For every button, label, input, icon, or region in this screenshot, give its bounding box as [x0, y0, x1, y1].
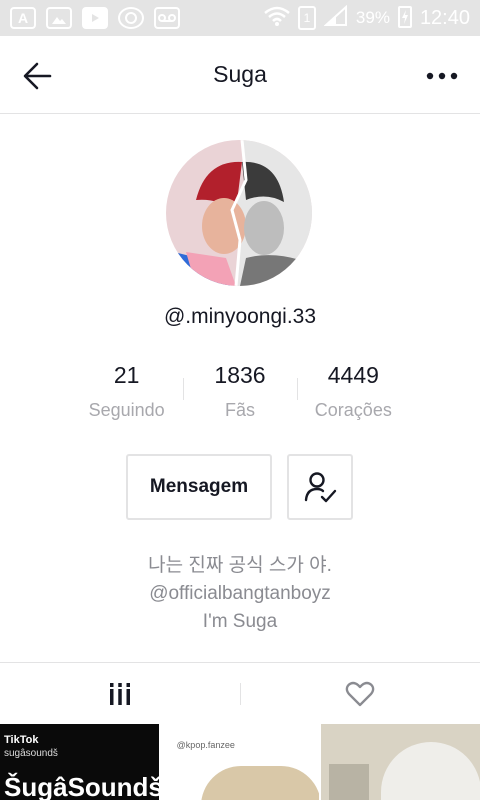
profile-header: Suga: [0, 36, 480, 114]
tab-liked[interactable]: [240, 663, 480, 724]
following-label: Seguindo: [88, 400, 165, 420]
more-dots-icon: [426, 72, 458, 80]
more-options-button[interactable]: [424, 58, 460, 94]
content-tabs: [0, 662, 480, 724]
back-button[interactable]: [20, 58, 56, 94]
user-check-icon: [304, 472, 337, 503]
thumbnail-image: [329, 764, 370, 800]
likes-stat[interactable]: 4449 Corações: [296, 360, 410, 430]
clock: 12:40: [419, 6, 470, 29]
thumbnail-text: ŠugâSoundš: [4, 772, 159, 800]
message-button[interactable]: Mensagem: [126, 454, 272, 520]
thumbnail-image: [381, 742, 480, 800]
tab-videos[interactable]: [0, 663, 240, 724]
watermark-user: sugâsoundš: [4, 748, 58, 759]
profile-bio: 나는 진짜 공식 스가 야. @officialbangtanboyz I'm …: [0, 552, 480, 636]
voicemail-icon: [154, 7, 180, 29]
followers-stat[interactable]: 1836 Fãs: [183, 360, 296, 430]
youtube-icon: [82, 7, 108, 29]
following-toggle-button[interactable]: [287, 454, 353, 520]
profile-stats: 21 Seguindo 1836 Fãs 4449 Corações: [70, 360, 410, 430]
battery-percent: 39%: [355, 8, 390, 27]
video-thumbnail[interactable]: @kpop.fanzee: [160, 724, 320, 800]
username-handle: @.minyoongi.33: [163, 305, 317, 328]
signal-icon: [323, 4, 348, 32]
thumbnail-image: [200, 766, 320, 800]
heart-icon: [345, 681, 375, 706]
whatsapp-icon: [118, 7, 144, 29]
wifi-icon: [264, 5, 290, 32]
following-stat[interactable]: 21 Seguindo: [70, 360, 183, 430]
app-store-icon: A: [10, 7, 36, 29]
bio-line[interactable]: @officialbangtanboyz: [0, 580, 480, 608]
followers-count: 1836: [214, 362, 266, 388]
page-title: Suga: [213, 61, 267, 87]
watermark-user: @kpop.fanzee: [176, 740, 235, 750]
likes-label: Corações: [314, 400, 392, 420]
tiktok-watermark: TikTok: [4, 734, 39, 746]
likes-count: 4449: [327, 362, 379, 388]
arrow-left-icon: [23, 62, 52, 90]
status-bar: A 1 39% 12:40: [0, 0, 480, 36]
video-grid: TikTok sugâsoundš ŠugâSoundš @kpop.fanze…: [0, 724, 480, 800]
followers-label: Fãs: [224, 400, 255, 420]
bio-line: 나는 진짜 공식 스가 야.: [148, 555, 332, 576]
following-count: 21: [113, 362, 140, 388]
sim-indicator: 1: [297, 6, 316, 30]
videos-grid-icon: [110, 682, 130, 705]
video-thumbnail[interactable]: [321, 724, 480, 800]
video-thumbnail[interactable]: TikTok sugâsoundš ŠugâSoundš: [0, 724, 159, 800]
bio-line: I'm Suga: [202, 611, 278, 632]
avatar[interactable]: [166, 140, 312, 286]
image-icon: [46, 7, 72, 29]
charging-icon: [397, 4, 412, 33]
